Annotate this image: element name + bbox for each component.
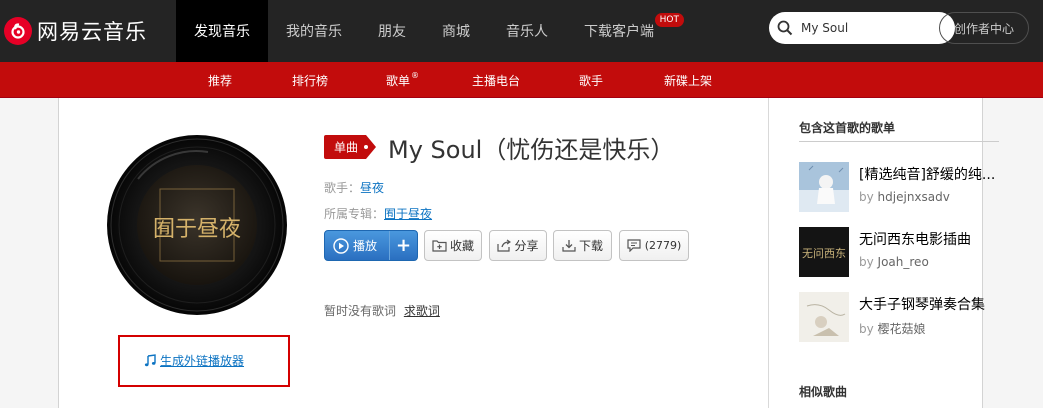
playlist-name[interactable]: 无问西东电影插曲	[859, 229, 999, 249]
sidebar-divider	[768, 98, 769, 408]
nav-label: 发现音乐	[194, 24, 250, 40]
main-nav: 发现音乐 我的音乐 朋友 商城 音乐人 下载客户端 HOT	[176, 0, 684, 62]
artist-label: 歌手：	[324, 181, 361, 195]
playlist-cover[interactable]: 无问西东	[799, 227, 849, 277]
play-button[interactable]: 播放	[325, 231, 389, 260]
sub-nav: 推荐 排行榜 歌单 ® 主播电台 歌手 新碟上架	[0, 62, 1043, 98]
album-label: 所属专辑：	[324, 207, 385, 221]
subnav-label: 歌单	[386, 73, 411, 88]
netease-logo-icon	[4, 17, 32, 45]
nav-label: 朋友	[378, 24, 406, 40]
download-label: 下载	[578, 239, 603, 253]
comment-button[interactable]: (2779)	[619, 230, 689, 261]
nav-store[interactable]: 商城	[424, 0, 488, 62]
brand-name: 网易云音乐	[37, 20, 147, 44]
by-label: by	[859, 322, 874, 336]
playlist-creator[interactable]: 樱花菇娘	[878, 322, 926, 336]
comment-count: (2779)	[644, 239, 682, 252]
artist-line: 歌手：昼夜	[324, 179, 384, 196]
share-label: 分享	[514, 239, 539, 253]
search-icon	[777, 20, 793, 36]
nav-label: 我的音乐	[286, 24, 342, 40]
subnav-label: 排行榜	[292, 73, 329, 88]
download-button[interactable]: 下载	[553, 230, 612, 261]
search-input[interactable]: My Soul	[801, 21, 848, 35]
playlist-item[interactable]: 大手子钢琴弹奏合集 by 樱花菇娘	[799, 292, 1029, 342]
playlist-creator[interactable]: hdjejnxsadv	[878, 190, 950, 204]
subnav-recommend[interactable]: 推荐	[208, 62, 232, 98]
collect-button[interactable]: 收藏	[424, 230, 482, 261]
play-label: 播放	[353, 239, 378, 253]
subnav-label: 歌手	[579, 73, 604, 88]
playlist-cover[interactable]	[799, 292, 849, 342]
playlist-creator-line: by 樱花菇娘	[859, 320, 926, 337]
nav-label: 下载客户端	[584, 24, 654, 40]
creator-center-button[interactable]: 创作者中心	[939, 12, 1029, 44]
playlist-name[interactable]: [精选纯音]舒缓的纯...	[859, 164, 999, 184]
subnav-label: 新碟上架	[664, 73, 713, 88]
by-label: by	[859, 190, 874, 204]
external-player-label: 生成外链播放器	[160, 354, 245, 368]
nav-my-music[interactable]: 我的音乐	[268, 0, 360, 62]
playlists-section-title: 包含这首歌的歌单	[799, 121, 896, 135]
section-divider	[799, 141, 999, 142]
similar-songs-title: 相似歌曲	[799, 385, 848, 399]
playlist-creator[interactable]: Joah_reo	[878, 255, 929, 269]
single-tag: 单曲	[324, 135, 376, 159]
subnav-label: 主播电台	[472, 73, 521, 88]
nav-discover[interactable]: 发现音乐	[176, 0, 268, 62]
subnav-radio[interactable]: 主播电台	[472, 62, 520, 98]
nav-label: 音乐人	[506, 24, 548, 40]
subnav-artists[interactable]: 歌手	[579, 62, 603, 98]
playlist-name[interactable]: 大手子钢琴弹奏合集	[859, 294, 999, 314]
playlist-item[interactable]: [精选纯音]舒缓的纯... by hdjejnxsadv	[799, 162, 1029, 212]
single-tag-label: 单曲	[334, 141, 358, 155]
generate-external-player-link[interactable]: 生成外链播放器	[144, 352, 244, 369]
subnav-label: 推荐	[208, 73, 233, 88]
playlist-creator-line: by Joah_reo	[859, 255, 929, 269]
subnav-charts[interactable]: 排行榜	[292, 62, 328, 98]
add-to-queue-button[interactable]: +	[389, 231, 417, 260]
comment-icon	[627, 239, 641, 252]
nav-friends[interactable]: 朋友	[360, 0, 424, 62]
lyric-status: 暂时没有歌词 求歌词	[324, 302, 440, 319]
brand-logo[interactable]: 网易云音乐	[0, 0, 147, 62]
album-link[interactable]: 囿于昼夜	[384, 207, 432, 221]
by-label: by	[859, 255, 874, 269]
album-line: 所属专辑：囿于昼夜	[324, 205, 432, 222]
nav-musician[interactable]: 音乐人	[488, 0, 566, 62]
album-cover: 囿于昼夜	[98, 134, 296, 316]
registered-mark: ®	[411, 70, 420, 80]
share-button[interactable]: 分享	[489, 230, 547, 261]
folder-plus-icon	[432, 240, 447, 252]
nav-label: 商城	[442, 24, 470, 40]
subnav-playlists[interactable]: 歌单 ®	[386, 62, 419, 98]
play-icon	[333, 237, 349, 254]
song-title: My Soul（忧伤还是快乐）	[388, 136, 675, 164]
nav-download-client[interactable]: 下载客户端 HOT	[566, 0, 684, 62]
cover-art-text: 无问西东	[802, 247, 846, 260]
playlist-cover[interactable]	[799, 162, 849, 212]
music-note-icon	[144, 354, 156, 367]
top-bar: 网易云音乐 发现音乐 我的音乐 朋友 商城 音乐人 下载客户端 HOT My S…	[0, 0, 1043, 62]
playlist-item[interactable]: 无问西东 无问西东电影插曲 by Joah_reo	[799, 227, 1029, 277]
subnav-new-albums[interactable]: 新碟上架	[664, 62, 712, 98]
no-lyric-text: 暂时没有歌词	[324, 304, 397, 318]
search-box[interactable]: My Soul	[769, 12, 955, 44]
collect-label: 收藏	[449, 239, 474, 253]
download-icon	[562, 240, 576, 252]
share-icon	[497, 239, 512, 252]
artist-link[interactable]: 昼夜	[360, 181, 384, 195]
play-button-group: 播放 +	[324, 230, 418, 261]
cover-art-text: 囿于昼夜	[153, 217, 241, 242]
request-lyric-link[interactable]: 求歌词	[404, 304, 440, 318]
hot-badge: HOT	[654, 13, 684, 27]
playlist-creator-line: by hdjejnxsadv	[859, 190, 950, 204]
